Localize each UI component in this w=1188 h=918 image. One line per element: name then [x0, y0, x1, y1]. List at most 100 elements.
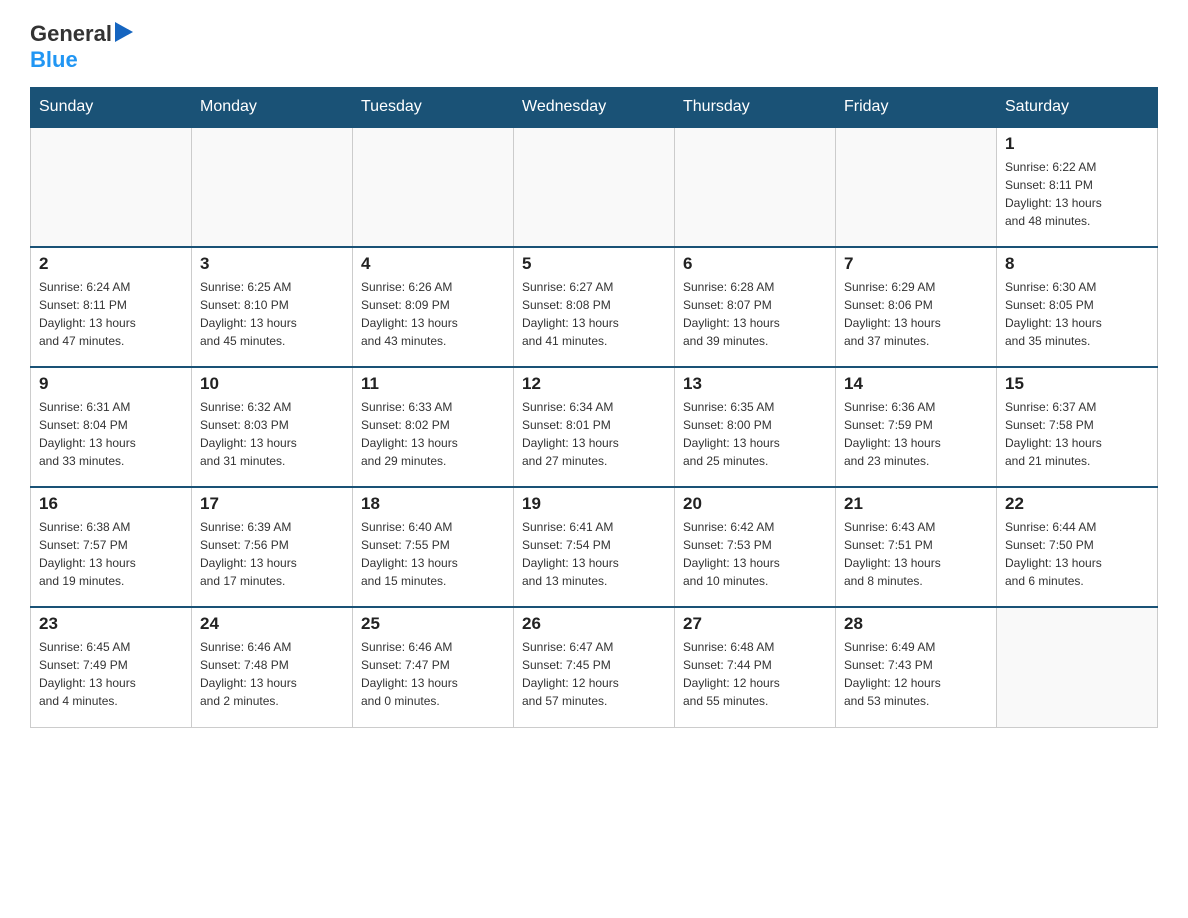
day-number: 7 [844, 254, 988, 274]
day-info: Sunrise: 6:41 AM Sunset: 7:54 PM Dayligh… [522, 518, 666, 590]
calendar-cell [31, 127, 192, 247]
day-number: 12 [522, 374, 666, 394]
calendar-cell: 10 Sunrise: 6:32 AM Sunset: 8:03 PM Dayli… [192, 367, 353, 487]
calendar-cell [675, 127, 836, 247]
day-number: 9 [39, 374, 183, 394]
day-info: Sunrise: 6:31 AM Sunset: 8:04 PM Dayligh… [39, 398, 183, 470]
day-info: Sunrise: 6:40 AM Sunset: 7:55 PM Dayligh… [361, 518, 505, 590]
calendar-week-2: 2 Sunrise: 6:24 AM Sunset: 8:11 PM Daylig… [31, 247, 1158, 367]
calendar-cell: 7 Sunrise: 6:29 AM Sunset: 8:06 PM Daylig… [836, 247, 997, 367]
weekday-header-thursday: Thursday [675, 88, 836, 128]
day-number: 21 [844, 494, 988, 514]
day-info: Sunrise: 6:25 AM Sunset: 8:10 PM Dayligh… [200, 278, 344, 350]
day-info: Sunrise: 6:34 AM Sunset: 8:01 PM Dayligh… [522, 398, 666, 470]
calendar-cell: 4 Sunrise: 6:26 AM Sunset: 8:09 PM Daylig… [353, 247, 514, 367]
calendar-cell: 25 Sunrise: 6:46 AM Sunset: 7:47 PM Dayli… [353, 607, 514, 727]
day-info: Sunrise: 6:28 AM Sunset: 8:07 PM Dayligh… [683, 278, 827, 350]
day-number: 20 [683, 494, 827, 514]
day-number: 17 [200, 494, 344, 514]
weekday-header-friday: Friday [836, 88, 997, 128]
day-number: 2 [39, 254, 183, 274]
day-info: Sunrise: 6:24 AM Sunset: 8:11 PM Dayligh… [39, 278, 183, 350]
calendar-week-3: 9 Sunrise: 6:31 AM Sunset: 8:04 PM Daylig… [31, 367, 1158, 487]
calendar-week-5: 23 Sunrise: 6:45 AM Sunset: 7:49 PM Dayli… [31, 607, 1158, 727]
calendar-cell: 15 Sunrise: 6:37 AM Sunset: 7:58 PM Dayli… [997, 367, 1158, 487]
calendar-cell: 17 Sunrise: 6:39 AM Sunset: 7:56 PM Dayli… [192, 487, 353, 607]
calendar-cell: 14 Sunrise: 6:36 AM Sunset: 7:59 PM Dayli… [836, 367, 997, 487]
day-number: 23 [39, 614, 183, 634]
day-info: Sunrise: 6:27 AM Sunset: 8:08 PM Dayligh… [522, 278, 666, 350]
day-info: Sunrise: 6:32 AM Sunset: 8:03 PM Dayligh… [200, 398, 344, 470]
day-number: 4 [361, 254, 505, 274]
day-number: 18 [361, 494, 505, 514]
day-number: 1 [1005, 134, 1149, 154]
day-info: Sunrise: 6:37 AM Sunset: 7:58 PM Dayligh… [1005, 398, 1149, 470]
calendar-cell: 26Sunrise: 6:47 AM Sunset: 7:45 PM Dayli… [514, 607, 675, 727]
day-info: Sunrise: 6:39 AM Sunset: 7:56 PM Dayligh… [200, 518, 344, 590]
calendar-cell: 24Sunrise: 6:46 AM Sunset: 7:48 PM Dayli… [192, 607, 353, 727]
calendar-cell: 8 Sunrise: 6:30 AM Sunset: 8:05 PM Daylig… [997, 247, 1158, 367]
day-number: 25 [361, 614, 505, 634]
logo-text-general: General [30, 21, 112, 47]
day-info: Sunrise: 6:43 AM Sunset: 7:51 PM Dayligh… [844, 518, 988, 590]
day-number: 16 [39, 494, 183, 514]
calendar-cell: 27Sunrise: 6:48 AM Sunset: 7:44 PM Dayli… [675, 607, 836, 727]
calendar-cell: 1 Sunrise: 6:22 AM Sunset: 8:11 PM Daylig… [997, 127, 1158, 247]
calendar-cell [997, 607, 1158, 727]
weekday-header-monday: Monday [192, 88, 353, 128]
calendar-cell [353, 127, 514, 247]
calendar-cell: 3 Sunrise: 6:25 AM Sunset: 8:10 PM Daylig… [192, 247, 353, 367]
weekday-header-tuesday: Tuesday [353, 88, 514, 128]
day-info: Sunrise: 6:49 AM Sunset: 7:43 PM Dayligh… [844, 638, 988, 710]
day-info: Sunrise: 6:46 AM Sunset: 7:47 PM Dayligh… [361, 638, 505, 710]
calendar-week-1: 1 Sunrise: 6:22 AM Sunset: 8:11 PM Daylig… [31, 127, 1158, 247]
day-info: Sunrise: 6:44 AM Sunset: 7:50 PM Dayligh… [1005, 518, 1149, 590]
calendar-cell: 19 Sunrise: 6:41 AM Sunset: 7:54 PM Dayli… [514, 487, 675, 607]
logo: General Blue [30, 20, 133, 73]
calendar-cell: 20 Sunrise: 6:42 AM Sunset: 7:53 PM Dayli… [675, 487, 836, 607]
day-number: 10 [200, 374, 344, 394]
day-info: Sunrise: 6:45 AM Sunset: 7:49 PM Dayligh… [39, 638, 183, 710]
day-number: 15 [1005, 374, 1149, 394]
day-info: Sunrise: 6:35 AM Sunset: 8:00 PM Dayligh… [683, 398, 827, 470]
logo-text-blue: Blue [30, 47, 78, 73]
calendar-cell: 23 Sunrise: 6:45 AM Sunset: 7:49 PM Dayli… [31, 607, 192, 727]
calendar-cell: 16 Sunrise: 6:38 AM Sunset: 7:57 PM Dayli… [31, 487, 192, 607]
day-info: Sunrise: 6:30 AM Sunset: 8:05 PM Dayligh… [1005, 278, 1149, 350]
calendar-cell: 12 Sunrise: 6:34 AM Sunset: 8:01 PM Dayli… [514, 367, 675, 487]
calendar-cell: 22 Sunrise: 6:44 AM Sunset: 7:50 PM Dayli… [997, 487, 1158, 607]
calendar-cell [514, 127, 675, 247]
calendar-cell: 6 Sunrise: 6:28 AM Sunset: 8:07 PM Daylig… [675, 247, 836, 367]
day-number: 3 [200, 254, 344, 274]
day-info: Sunrise: 6:33 AM Sunset: 8:02 PM Dayligh… [361, 398, 505, 470]
day-number: 24 [200, 614, 344, 634]
day-number: 19 [522, 494, 666, 514]
day-number: 8 [1005, 254, 1149, 274]
day-number: 13 [683, 374, 827, 394]
day-info: Sunrise: 6:42 AM Sunset: 7:53 PM Dayligh… [683, 518, 827, 590]
day-info: Sunrise: 6:36 AM Sunset: 7:59 PM Dayligh… [844, 398, 988, 470]
weekday-header-wednesday: Wednesday [514, 88, 675, 128]
weekday-header-sunday: Sunday [31, 88, 192, 128]
page-header: General Blue [30, 20, 1158, 73]
day-info: Sunrise: 6:26 AM Sunset: 8:09 PM Dayligh… [361, 278, 505, 350]
weekday-header-saturday: Saturday [997, 88, 1158, 128]
calendar-cell: 11Sunrise: 6:33 AM Sunset: 8:02 PM Dayli… [353, 367, 514, 487]
calendar-cell: 2 Sunrise: 6:24 AM Sunset: 8:11 PM Daylig… [31, 247, 192, 367]
day-number: 6 [683, 254, 827, 274]
day-info: Sunrise: 6:38 AM Sunset: 7:57 PM Dayligh… [39, 518, 183, 590]
day-number: 26 [522, 614, 666, 634]
calendar-cell: 9 Sunrise: 6:31 AM Sunset: 8:04 PM Daylig… [31, 367, 192, 487]
day-number: 27 [683, 614, 827, 634]
calendar-header-row: SundayMondayTuesdayWednesdayThursdayFrid… [31, 88, 1158, 128]
calendar-table: SundayMondayTuesdayWednesdayThursdayFrid… [30, 87, 1158, 728]
calendar-cell: 28Sunrise: 6:49 AM Sunset: 7:43 PM Dayli… [836, 607, 997, 727]
calendar-cell: 18 Sunrise: 6:40 AM Sunset: 7:55 PM Dayli… [353, 487, 514, 607]
day-info: Sunrise: 6:22 AM Sunset: 8:11 PM Dayligh… [1005, 158, 1149, 230]
calendar-cell: 13 Sunrise: 6:35 AM Sunset: 8:00 PM Dayli… [675, 367, 836, 487]
day-info: Sunrise: 6:29 AM Sunset: 8:06 PM Dayligh… [844, 278, 988, 350]
calendar-cell [836, 127, 997, 247]
day-number: 22 [1005, 494, 1149, 514]
logo-arrow-icon [115, 22, 133, 42]
day-number: 14 [844, 374, 988, 394]
